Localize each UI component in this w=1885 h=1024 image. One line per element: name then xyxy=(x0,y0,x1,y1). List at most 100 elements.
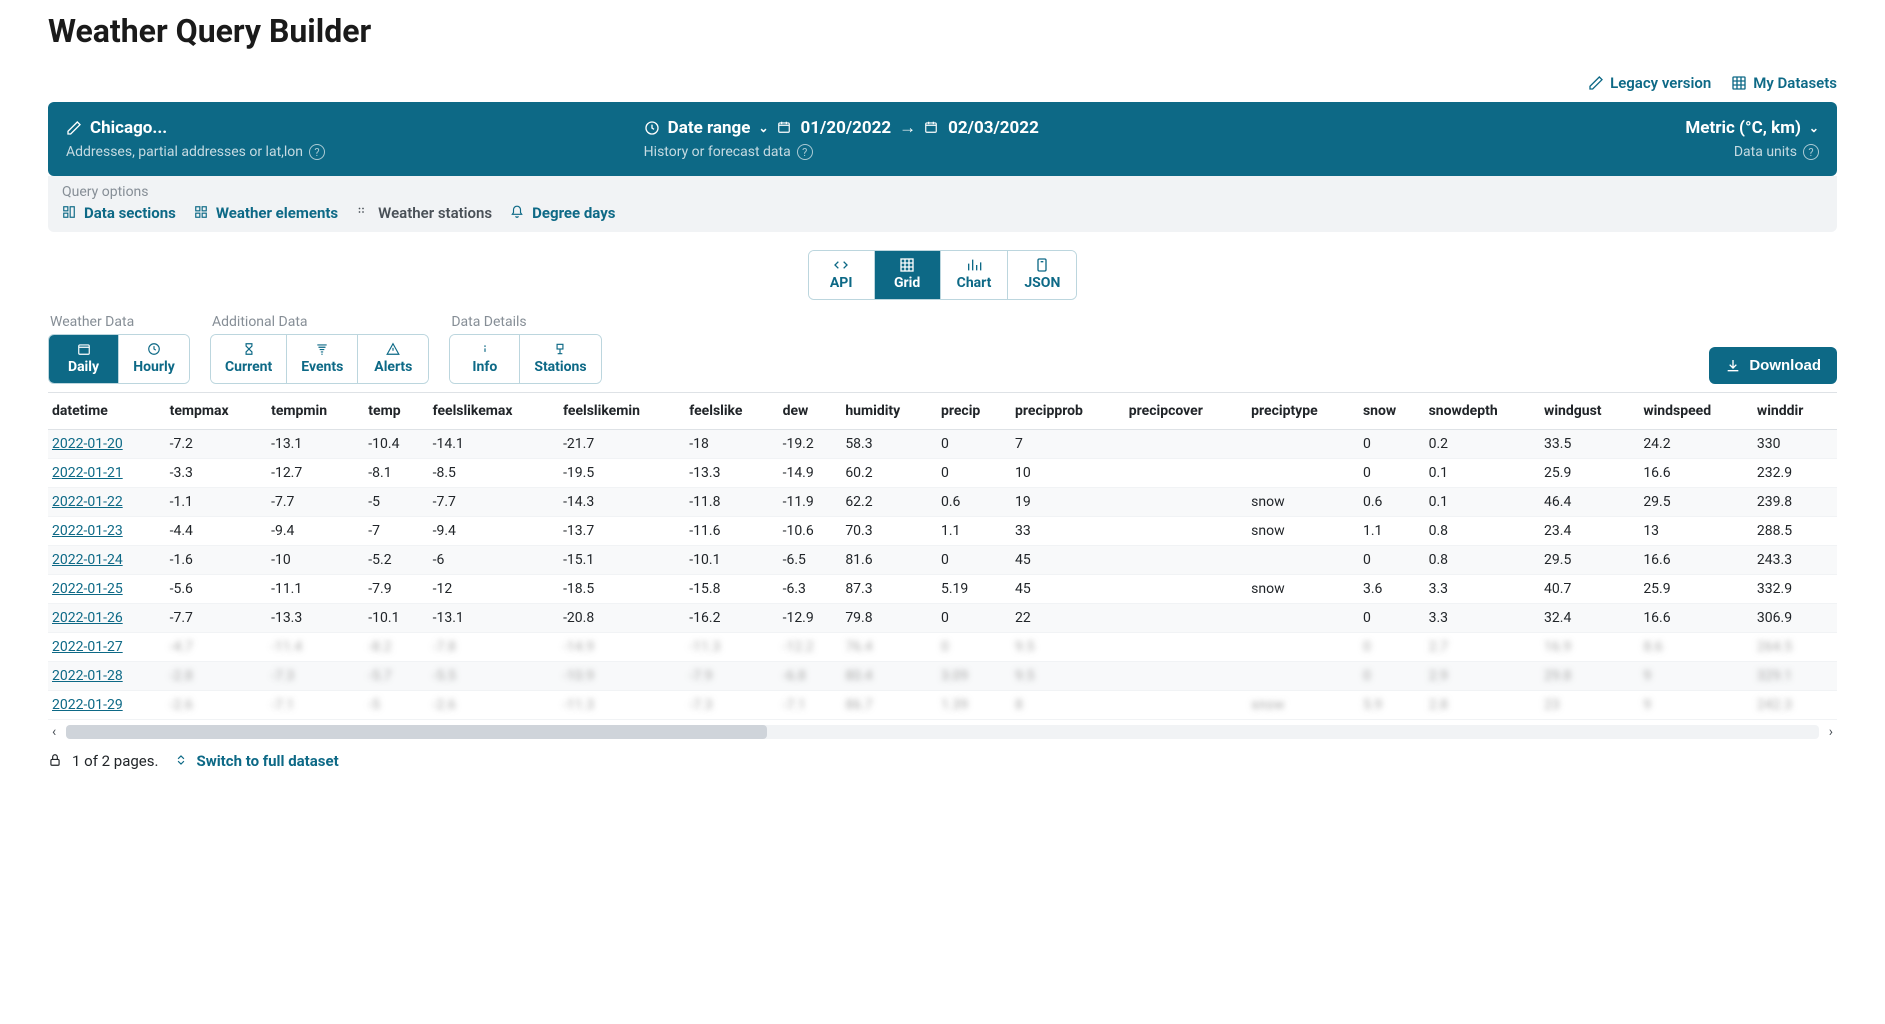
table-cell: 45 xyxy=(1011,575,1125,604)
tab-current[interactable]: Current xyxy=(211,335,287,383)
table-cell: 29.5 xyxy=(1540,546,1639,575)
table-cell xyxy=(1125,662,1247,691)
column-header[interactable]: datetime xyxy=(48,393,166,430)
column-header[interactable]: windgust xyxy=(1540,393,1639,430)
column-header[interactable]: feelslikemin xyxy=(559,393,685,430)
tab-chart[interactable]: Chart xyxy=(941,251,1009,299)
tab-json[interactable]: JSON xyxy=(1008,251,1076,299)
datetime-link[interactable]: 2022-01-24 xyxy=(52,552,123,568)
date-range-label: Date range xyxy=(668,118,751,138)
tab-grid[interactable]: Grid xyxy=(875,251,941,299)
table-row: 2022-01-20-7.2-13.1-10.4-14.1-21.7-18-19… xyxy=(48,430,1837,459)
column-header[interactable]: preciptype xyxy=(1247,393,1359,430)
datetime-link[interactable]: 2022-01-26 xyxy=(52,610,123,626)
table-cell: 1.39 xyxy=(937,691,1011,720)
datetime-link[interactable]: 2022-01-20 xyxy=(52,436,123,452)
tab-stations-label: Stations xyxy=(534,359,586,375)
help-icon[interactable]: ? xyxy=(797,144,813,160)
switch-dataset-link[interactable]: Switch to full dataset xyxy=(174,752,338,770)
datetime-link[interactable]: 2022-01-21 xyxy=(52,465,123,481)
column-header[interactable]: tempmin xyxy=(267,393,364,430)
table-cell: -6.3 xyxy=(779,575,842,604)
column-header[interactable]: precip xyxy=(937,393,1011,430)
column-header[interactable]: feelslike xyxy=(685,393,778,430)
table-cell: 24.2 xyxy=(1639,430,1753,459)
tab-stations[interactable]: Stations xyxy=(520,335,600,383)
tab-hourly[interactable]: Hourly xyxy=(119,335,189,383)
date-range-field[interactable]: Date range ⌄ 01/20/2022 → 02/03/2022 xyxy=(644,118,1476,138)
column-header[interactable]: temp xyxy=(364,393,428,430)
my-datasets-link[interactable]: My Datasets xyxy=(1731,74,1837,92)
table-cell: 62.2 xyxy=(841,488,937,517)
column-header[interactable]: feelslikemax xyxy=(429,393,559,430)
table-cell: 0 xyxy=(1359,459,1425,488)
tab-json-label: JSON xyxy=(1024,275,1060,291)
weather-stations-link[interactable]: Weather stations xyxy=(356,204,492,222)
datetime-link[interactable]: 2022-01-25 xyxy=(52,581,123,597)
column-header[interactable]: snowdepth xyxy=(1425,393,1540,430)
datetime-link[interactable]: 2022-01-23 xyxy=(52,523,123,539)
data-sections-link[interactable]: Data sections xyxy=(62,204,176,222)
table-cell: 0.6 xyxy=(937,488,1011,517)
table-cell: 5.9 xyxy=(1359,691,1425,720)
location-field[interactable]: Chicago... xyxy=(66,118,612,138)
table-row: 2022-01-27-4.7-11.4-8.2-7.8-14.9-11.3-12… xyxy=(48,633,1837,662)
tab-events[interactable]: Events xyxy=(287,335,358,383)
table-cell: -13.1 xyxy=(429,604,559,633)
table-cell: -9.4 xyxy=(267,517,364,546)
options-label: Query options xyxy=(62,184,1823,200)
download-label: Download xyxy=(1749,357,1821,374)
table-cell: 2022-01-25 xyxy=(48,575,166,604)
weather-elements-label: Weather elements xyxy=(216,204,338,222)
table-cell: -5.6 xyxy=(166,575,267,604)
column-header[interactable]: winddir xyxy=(1753,393,1837,430)
legacy-version-link[interactable]: Legacy version xyxy=(1588,74,1711,92)
datetime-link[interactable]: 2022-01-22 xyxy=(52,494,123,510)
tab-info[interactable]: Info xyxy=(450,335,520,383)
table-cell: -4.7 xyxy=(166,633,267,662)
sections-icon xyxy=(62,205,78,221)
table-cell: 16.6 xyxy=(1639,459,1753,488)
tab-api[interactable]: API xyxy=(809,251,875,299)
scroll-right-button[interactable]: › xyxy=(1825,724,1837,740)
datetime-link[interactable]: 2022-01-29 xyxy=(52,697,123,713)
scrollbar-track[interactable] xyxy=(66,725,1819,739)
column-header[interactable]: precipcover xyxy=(1125,393,1247,430)
table-cell: -16.2 xyxy=(685,604,778,633)
column-header[interactable]: windspeed xyxy=(1639,393,1753,430)
table-cell: -12.7 xyxy=(267,459,364,488)
table-cell: -18.5 xyxy=(559,575,685,604)
table-cell: -4.4 xyxy=(166,517,267,546)
calendar-icon xyxy=(77,341,91,357)
table-body: 2022-01-20-7.2-13.1-10.4-14.1-21.7-18-19… xyxy=(48,430,1837,720)
table-cell: -2.6 xyxy=(166,691,267,720)
help-icon[interactable]: ? xyxy=(1803,144,1819,160)
tab-daily[interactable]: Daily xyxy=(49,335,119,383)
table-cell: -5 xyxy=(364,488,428,517)
scroll-left-button[interactable]: ‹ xyxy=(48,724,60,740)
tab-current-label: Current xyxy=(225,359,272,375)
datetime-link[interactable]: 2022-01-28 xyxy=(52,668,123,684)
column-header[interactable]: dew xyxy=(779,393,842,430)
scrollbar-thumb[interactable] xyxy=(66,725,767,739)
help-icon[interactable]: ? xyxy=(309,144,325,160)
table-cell: -10.1 xyxy=(364,604,428,633)
table-cell: 2.9 xyxy=(1425,662,1540,691)
weather-elements-link[interactable]: Weather elements xyxy=(194,204,338,222)
column-header[interactable]: snow xyxy=(1359,393,1425,430)
date-hint: History or forecast data xyxy=(644,144,791,160)
degree-days-link[interactable]: Degree days xyxy=(510,204,615,222)
table-cell: 0 xyxy=(1359,662,1425,691)
download-button[interactable]: Download xyxy=(1709,347,1837,384)
table-cell: -11.3 xyxy=(559,691,685,720)
column-header[interactable]: tempmax xyxy=(166,393,267,430)
table-cell xyxy=(1125,430,1247,459)
table-cell: -15.1 xyxy=(559,546,685,575)
tab-alerts[interactable]: Alerts xyxy=(358,335,428,383)
table-cell: -10.1 xyxy=(685,546,778,575)
datetime-link[interactable]: 2022-01-27 xyxy=(52,639,123,655)
tab-grid-label: Grid xyxy=(894,275,920,291)
column-header[interactable]: humidity xyxy=(841,393,937,430)
units-selector[interactable]: Metric (°C, km) ⌄ xyxy=(1685,118,1819,138)
column-header[interactable]: precipprob xyxy=(1011,393,1125,430)
